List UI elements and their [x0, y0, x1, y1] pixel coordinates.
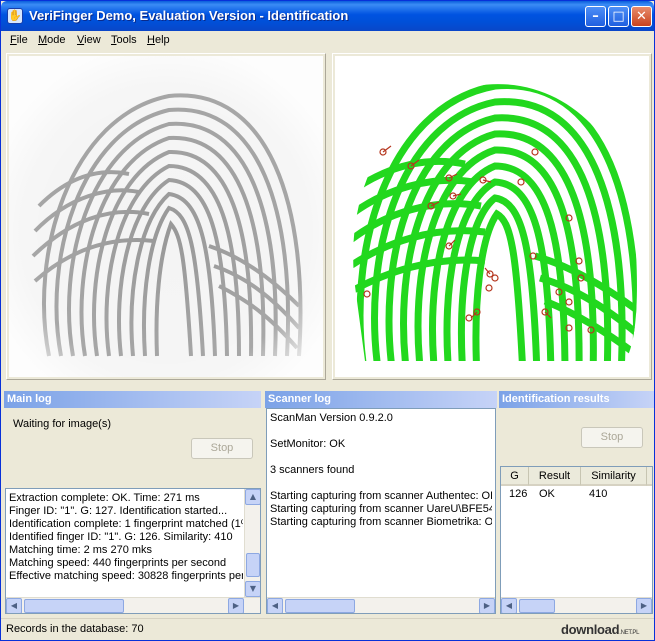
scroll-right-icon[interactable]: ▶ — [636, 598, 652, 613]
menu-help[interactable]: Help — [147, 34, 170, 46]
log-line: SetMonitor: OK — [270, 438, 346, 450]
column-header-extra[interactable] — [647, 467, 652, 486]
download-watermark: download.NET.PL — [561, 622, 640, 637]
log-line: Finger ID: "1". G: 127. Identification s… — [9, 505, 228, 517]
log-line: Starting capturing from scanner UareU\BF… — [270, 503, 492, 515]
processed-fingerprint-panel — [332, 53, 652, 380]
column-header-similarity[interactable]: Similarity — [581, 467, 647, 486]
column-header-result[interactable]: Result — [529, 467, 581, 486]
hscroll-thumb[interactable] — [519, 599, 555, 613]
scanner-log-textbox[interactable]: ScanMan Version 0.9.2.0 SetMonitor: OK 3… — [266, 408, 496, 614]
raw-fingerprint-panel — [6, 53, 326, 380]
log-line: Matching time: 2 ms 270 mks — [9, 544, 153, 556]
hscroll-thumb[interactable] — [24, 599, 124, 613]
processed-fingerprint-image — [335, 56, 649, 377]
scroll-up-icon[interactable]: ▲ — [245, 489, 260, 505]
log-line: Effective matching speed: 30828 fingerpr… — [9, 570, 243, 582]
records-count-status: Records in the database: 70 — [6, 623, 144, 635]
maximize-button[interactable]: □ — [608, 6, 629, 27]
main-log-vscrollbar[interactable]: ▲ ▼ — [244, 489, 260, 597]
title-bar[interactable]: ✋ VeriFinger Demo, Evaluation Version - … — [1, 1, 654, 31]
log-line: Extraction complete: OK. Time: 271 ms — [9, 492, 200, 504]
scroll-left-icon[interactable]: ◀ — [501, 598, 517, 613]
scroll-right-icon[interactable]: ▶ — [479, 598, 495, 613]
scanner-log-hscrollbar[interactable]: ◀ ▶ — [267, 597, 495, 613]
column-header-g[interactable]: G — [501, 467, 529, 486]
log-line: 3 scanners found — [270, 464, 355, 476]
menu-mode[interactable]: Mode — [38, 34, 66, 46]
main-log-hscrollbar[interactable]: ◀ ▶ — [6, 597, 260, 613]
close-button[interactable]: ✕ — [631, 6, 652, 27]
raw-fingerprint-image — [9, 56, 323, 377]
cell-result: OK — [539, 488, 555, 500]
log-line: Matching speed: 440 fingerprints per sec… — [9, 557, 227, 569]
scroll-down-icon[interactable]: ▼ — [245, 581, 260, 597]
scroll-right-icon[interactable]: ▶ — [228, 598, 244, 613]
identification-hscrollbar[interactable]: ◀ ▶ — [501, 597, 652, 613]
main-log-lines: Extraction complete: OK. Time: 271 ms Fi… — [9, 492, 243, 583]
cell-g: 126 — [509, 488, 528, 500]
main-log-textbox[interactable]: Extraction complete: OK. Time: 271 ms Fi… — [5, 488, 261, 614]
log-line: ScanMan Version 0.9.2.0 — [270, 412, 393, 424]
app-window: ✋ VeriFinger Demo, Evaluation Version - … — [0, 0, 655, 641]
menu-file[interactable]: File — [10, 34, 28, 46]
identification-stop-button[interactable]: Stop — [581, 427, 643, 448]
main-stop-button[interactable]: Stop — [191, 438, 253, 459]
identification-results-header: Identification results — [499, 391, 654, 408]
log-line: Starting capturing from scanner Authente… — [270, 490, 492, 502]
status-bar: Records in the database: 70 download.NET… — [1, 618, 654, 640]
identification-results-table: G Result Similarity 126 OK 410 ◀ ▶ — [500, 466, 653, 614]
minimize-icon: – — [592, 9, 599, 24]
log-line: Starting capturing from scanner Biometri… — [270, 516, 492, 528]
scroll-left-icon[interactable]: ◀ — [6, 598, 22, 613]
fingerprint-app-icon[interactable]: ✋ — [7, 8, 23, 24]
menu-tools[interactable]: Tools — [111, 34, 137, 46]
menu-bar: File Mode View Tools Help — [1, 31, 654, 50]
cell-similarity: 410 — [589, 488, 608, 500]
scroll-left-icon[interactable]: ◀ — [267, 598, 283, 613]
menu-view[interactable]: View — [77, 34, 101, 46]
hscroll-thumb[interactable] — [285, 599, 355, 613]
maximize-icon: □ — [612, 9, 625, 24]
waiting-status: Waiting for image(s) — [13, 418, 112, 430]
log-line: Identified finger ID: "1". G: 126. Simil… — [9, 531, 233, 543]
scanner-log-lines: ScanMan Version 0.9.2.0 SetMonitor: OK 3… — [270, 412, 492, 529]
vscroll-thumb[interactable] — [246, 553, 260, 577]
window-title: VeriFinger Demo, Evaluation Version - Id… — [29, 8, 349, 23]
log-line: Identification complete: 1 fingerprint m… — [9, 518, 243, 530]
scanner-log-header: Scanner log — [265, 391, 497, 408]
close-icon: ✕ — [636, 9, 647, 24]
minimize-button[interactable]: – — [585, 6, 606, 27]
main-log-header: Main log — [4, 391, 261, 408]
